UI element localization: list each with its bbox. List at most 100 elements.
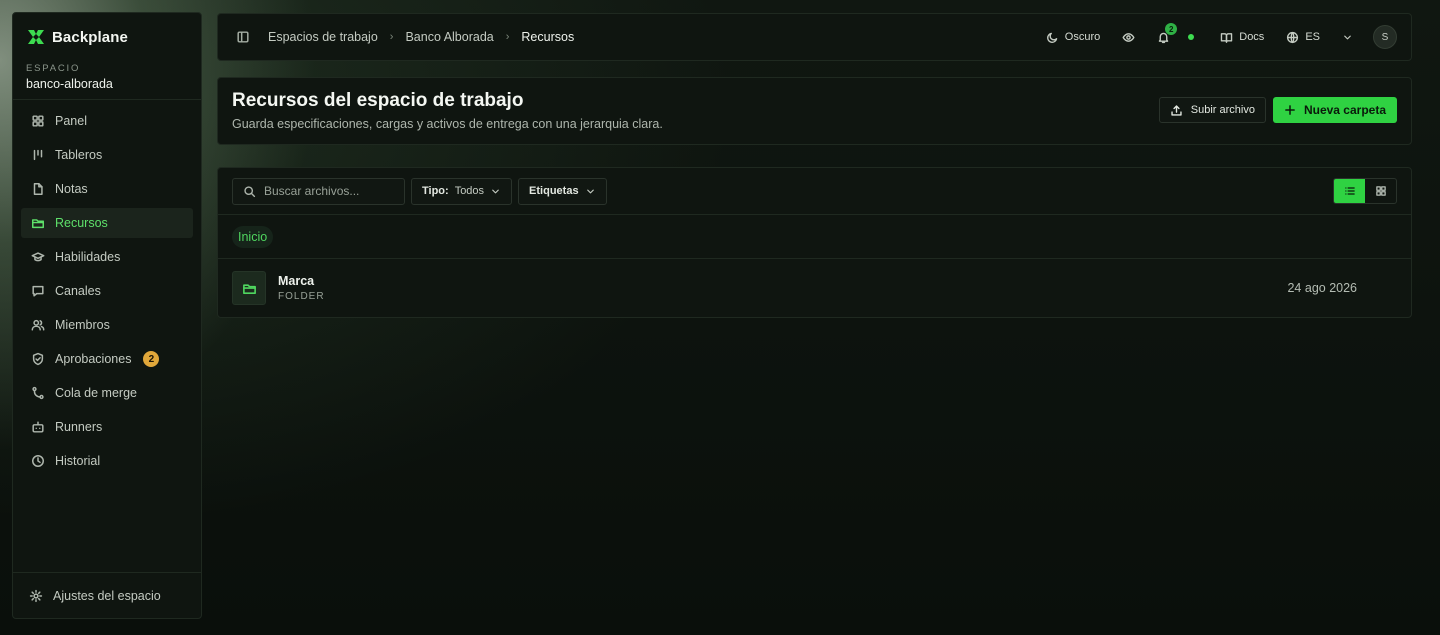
theme-toggle-button[interactable]: Oscuro — [1038, 23, 1108, 51]
sidebar-item-cola-de-merge[interactable]: Cola de merge — [21, 378, 193, 408]
breadcrumb-separator: › — [505, 31, 510, 43]
folder-thumbnail — [232, 271, 266, 305]
list-view-button[interactable] — [1334, 179, 1365, 203]
file-type: FOLDER — [278, 291, 325, 302]
workspace-label: ESPACIO — [26, 63, 81, 74]
files-panel: Tipo: Todos Etiquetas Inicio Marca FOLDE… — [217, 167, 1412, 318]
theme-label: Oscuro — [1064, 31, 1101, 43]
message-icon — [31, 284, 45, 298]
grid-icon — [1375, 185, 1387, 197]
sidebar: Backplane ESPACIO banco-alborada Panel T… — [12, 12, 202, 619]
book-open-icon — [1220, 31, 1233, 44]
file-date: 24 ago 2026 — [1287, 281, 1357, 295]
folder-icon — [242, 281, 257, 296]
gear-icon — [29, 589, 43, 603]
docs-button[interactable]: Docs — [1212, 23, 1272, 51]
backplane-logo-icon — [26, 27, 46, 47]
bot-icon — [31, 420, 45, 434]
search-icon — [243, 185, 256, 198]
clock-icon — [31, 454, 45, 468]
grid-icon — [31, 114, 45, 128]
docs-label: Docs — [1239, 31, 1265, 43]
view-mode-toggle — [1333, 178, 1397, 204]
board-icon — [31, 148, 45, 162]
topbar-actions: Oscuro 2 Docs ES S — [1038, 23, 1397, 51]
avatar[interactable]: S — [1373, 25, 1397, 49]
sidebar-item-canales[interactable]: Canales — [21, 276, 193, 306]
git-merge-icon — [31, 386, 45, 400]
approvals-count-badge: 2 — [143, 351, 160, 367]
sidebar-item-label: Miembros — [55, 318, 110, 332]
language-label: ES — [1305, 31, 1320, 43]
app-name: Backplane — [52, 28, 128, 46]
tags-filter-label: Etiquetas — [529, 185, 579, 197]
breadcrumb: Espacios de trabajo › Banco Alborada › R… — [236, 30, 574, 44]
moon-icon — [1046, 31, 1059, 44]
list-icon — [1344, 185, 1356, 197]
file-name: Marca — [278, 274, 315, 288]
sidebar-item-label: Panel — [55, 114, 87, 128]
tags-filter-dropdown[interactable]: Etiquetas — [518, 177, 607, 205]
sidebar-item-label: Tableros — [55, 148, 103, 162]
breadcrumb-item-workspaces[interactable]: Espacios de trabajo — [268, 30, 378, 44]
sidebar-item-historial[interactable]: Historial — [21, 446, 193, 476]
sidebar-item-label: Runners — [55, 420, 103, 434]
graduation-cap-icon — [31, 250, 45, 264]
page-header: Recursos del espacio de trabajo Guarda e… — [217, 77, 1412, 145]
sidebar-item-label: Historial — [55, 454, 101, 468]
folder-icon — [31, 216, 45, 230]
topbar: Espacios de trabajo › Banco Alborada › R… — [217, 13, 1412, 61]
sidebar-nav: Panel Tableros Notas Recursos Habilidade… — [13, 100, 201, 476]
brand[interactable]: Backplane — [13, 13, 201, 47]
sidebar-toggle-icon[interactable] — [236, 30, 250, 44]
list-item[interactable]: Marca FOLDER 24 ago 2026 — [218, 259, 1411, 317]
users-icon — [31, 318, 45, 332]
header-actions: Subir archivo Nueva carpeta — [1158, 97, 1397, 123]
globe-icon — [1286, 31, 1299, 44]
sidebar-item-runners[interactable]: Runners — [21, 412, 193, 442]
sidebar-item-habilidades[interactable]: Habilidades — [21, 242, 193, 272]
workspace-settings-link[interactable]: Ajustes del espacio — [13, 572, 201, 618]
sidebar-item-label: Notas — [55, 182, 88, 196]
upload-file-button[interactable]: Subir archivo — [1158, 97, 1266, 123]
chevron-down-icon — [1342, 32, 1353, 43]
sidebar-item-panel[interactable]: Panel — [21, 106, 193, 136]
sidebar-item-label: Canales — [55, 284, 101, 298]
new-folder-button[interactable]: Nueva carpeta — [1272, 97, 1397, 123]
sidebar-item-miembros[interactable]: Miembros — [21, 310, 193, 340]
sidebar-item-aprobaciones[interactable]: Aprobaciones 2 — [21, 344, 193, 374]
workspace-name[interactable]: banco-alborada — [13, 74, 201, 91]
sidebar-item-tableros[interactable]: Tableros — [21, 140, 193, 170]
language-selector[interactable]: ES — [1278, 23, 1328, 51]
upload-file-label: Subir archivo — [1190, 104, 1255, 116]
type-filter-label: Tipo: — [422, 185, 449, 197]
search-input[interactable] — [264, 184, 394, 198]
shield-check-icon — [31, 352, 45, 366]
type-filter-dropdown[interactable]: Tipo: Todos — [411, 177, 513, 205]
breadcrumb-current: Recursos — [521, 30, 575, 44]
folder-path: Inicio — [218, 215, 1411, 259]
files-toolbar: Tipo: Todos Etiquetas — [218, 168, 1411, 215]
chevron-down-icon — [585, 186, 596, 197]
sidebar-item-notas[interactable]: Notas — [21, 174, 193, 204]
path-root-chip[interactable]: Inicio — [232, 225, 274, 248]
new-folder-label: Nueva carpeta — [1303, 103, 1386, 117]
type-filter-value: Todos — [454, 185, 485, 197]
file-meta: Marca FOLDER — [278, 274, 325, 302]
upload-icon — [1170, 104, 1183, 117]
eye-icon — [1122, 31, 1135, 44]
search-box[interactable] — [232, 177, 405, 205]
sidebar-item-label: Habilidades — [55, 250, 121, 264]
notifications-count-badge: 2 — [1165, 23, 1178, 35]
preview-button[interactable] — [1114, 23, 1143, 51]
chevron-down-icon — [490, 186, 501, 197]
online-status-dot — [1188, 34, 1195, 40]
account-menu-button[interactable] — [1334, 23, 1361, 51]
breadcrumb-item-banco-alborada[interactable]: Banco Alborada — [405, 30, 493, 44]
sidebar-item-label: Aprobaciones — [55, 352, 132, 366]
notifications-button[interactable]: 2 — [1149, 23, 1178, 51]
grid-view-button[interactable] — [1365, 179, 1396, 203]
breadcrumb-separator: › — [389, 31, 394, 43]
sidebar-item-label: Cola de merge — [55, 386, 137, 400]
sidebar-item-recursos[interactable]: Recursos — [21, 208, 193, 238]
